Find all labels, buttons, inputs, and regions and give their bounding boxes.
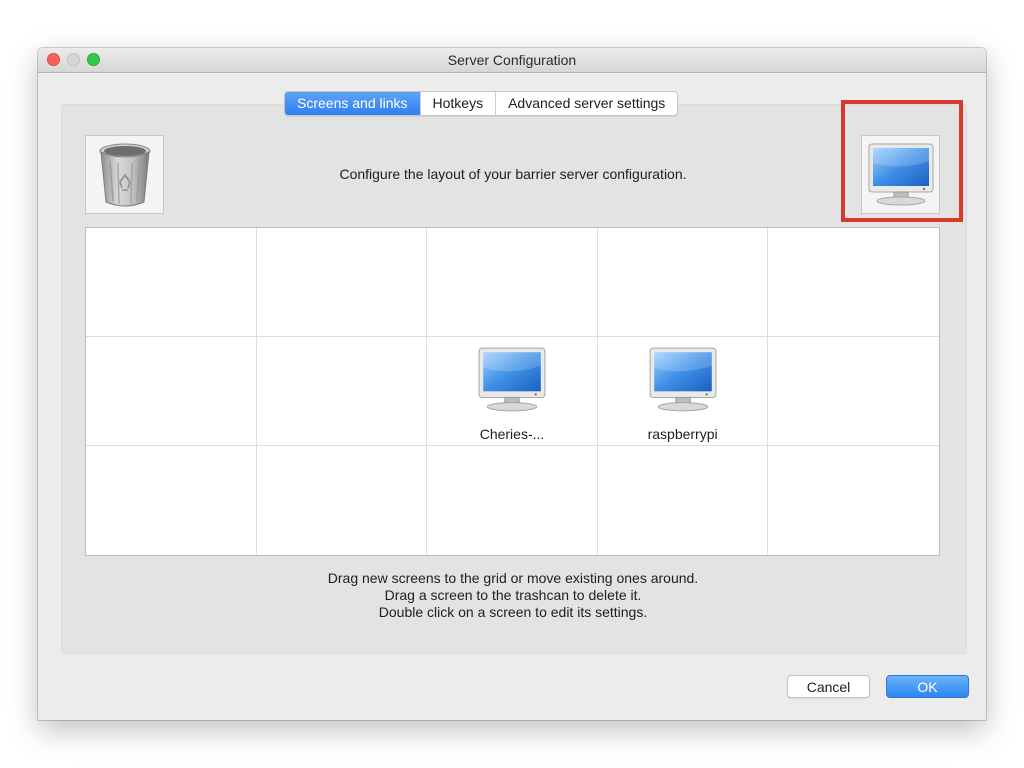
- monitor-icon: [478, 347, 546, 412]
- grid-cell[interactable]: [86, 228, 257, 337]
- grid-cell[interactable]: [768, 337, 939, 446]
- server-configuration-window: Server Configuration Screens and links H…: [38, 48, 986, 720]
- grid-cell[interactable]: [86, 337, 257, 446]
- screen-label: raspberrypi: [647, 426, 718, 442]
- screen-tile-cheries[interactable]: Cheries-...: [427, 337, 597, 445]
- grid-cell[interactable]: [256, 228, 428, 337]
- grid-cell[interactable]: [427, 446, 598, 555]
- tab-bar: Screens and links Hotkeys Advanced serve…: [284, 91, 679, 116]
- title-bar[interactable]: Server Configuration: [38, 48, 986, 73]
- grid-cell[interactable]: [256, 337, 428, 446]
- grid-cell[interactable]: Cheries-...: [427, 337, 598, 446]
- grid-cell[interactable]: [427, 228, 598, 337]
- grid-cell[interactable]: [86, 446, 257, 555]
- screen-tile-raspberrypi[interactable]: raspberrypi: [598, 337, 768, 445]
- help-line: Drag a screen to the trashcan to delete …: [384, 587, 642, 603]
- tab-hotkeys[interactable]: Hotkeys: [419, 92, 496, 115]
- grid-cell[interactable]: [598, 446, 769, 555]
- tab-advanced-server-settings[interactable]: Advanced server settings: [495, 92, 677, 115]
- trashcan-icon: [99, 143, 151, 207]
- highlight-annotation: [841, 100, 963, 222]
- help-line: Drag new screens to the grid or move exi…: [327, 570, 699, 586]
- grid-cell[interactable]: [768, 446, 939, 555]
- grid-cell[interactable]: [768, 228, 939, 337]
- screen-layout-grid[interactable]: Cheries-... raspberrypi: [85, 227, 940, 556]
- monitor-icon: [649, 347, 717, 412]
- window-title: Server Configuration: [447, 52, 577, 68]
- cancel-button[interactable]: Cancel: [787, 675, 870, 698]
- help-text: Drag new screens to the grid or move exi…: [218, 570, 808, 621]
- grid-cell[interactable]: [597, 228, 769, 337]
- screen-label: Cheries-...: [479, 426, 545, 442]
- tab-screens-and-links[interactable]: Screens and links: [285, 92, 420, 115]
- help-line: Double click on a screen to edit its set…: [378, 604, 648, 620]
- grid-cell[interactable]: raspberrypi: [597, 337, 769, 446]
- ok-button[interactable]: OK: [886, 675, 969, 698]
- layout-description: Configure the layout of your barrier ser…: [339, 166, 687, 182]
- trashcan-drop-target[interactable]: [85, 135, 164, 214]
- grid-cell[interactable]: [257, 446, 428, 555]
